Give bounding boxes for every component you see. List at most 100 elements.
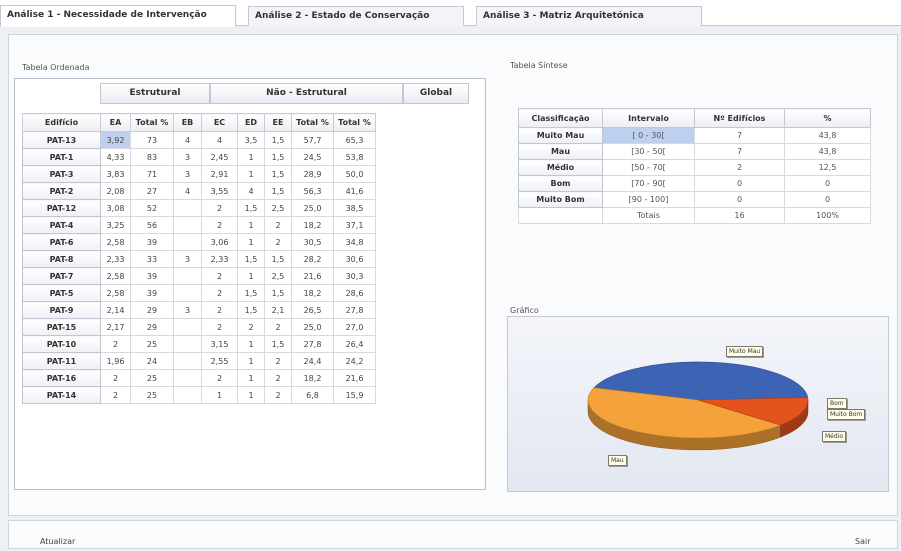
table-cell[interactable]: 43,8 xyxy=(784,127,871,144)
table-cell[interactable]: 1 xyxy=(237,335,265,353)
table-cell[interactable]: 1,5 xyxy=(264,250,292,268)
table-cell[interactable]: 52 xyxy=(130,199,174,217)
table-row[interactable]: PAT-11 1,96 24 2,55 1 2 24,4 24,2 xyxy=(22,352,376,370)
table-cell[interactable]: 1,5 xyxy=(264,335,292,353)
table-cell[interactable]: 2 xyxy=(201,369,238,387)
table-row[interactable]: Mau [30 - 50[7 43,8 xyxy=(518,143,871,160)
table-cell[interactable]: 2,58 xyxy=(100,233,131,251)
table-cell[interactable] xyxy=(173,199,202,217)
table-row[interactable]: PAT-3 3,83 71 3 2,91 1 1,5 28,9 50,0 xyxy=(22,165,376,183)
table-cell[interactable]: 2 xyxy=(201,216,238,234)
table-cell[interactable]: 2 xyxy=(201,199,238,217)
table-row[interactable]: PAT-5 2,58 39 2 1,5 1,5 18,2 28,6 xyxy=(22,284,376,302)
table-cell[interactable]: 0 xyxy=(784,191,871,208)
table-cell[interactable]: 3,06 xyxy=(201,233,238,251)
table-cell[interactable]: 3,55 xyxy=(201,182,238,200)
table-cell[interactable]: 1 xyxy=(237,165,265,183)
table-cell[interactable]: 34,8 xyxy=(333,233,376,251)
table-row[interactable]: Médio [50 - 70[2 12,5 xyxy=(518,159,871,176)
table-cell[interactable]: 2,45 xyxy=(201,148,238,166)
tab-analise-1[interactable]: Análise 1 - Necessidade de Intervenção xyxy=(0,5,236,27)
table-cell[interactable]: 18,2 xyxy=(291,369,334,387)
table-cell[interactable]: 3 xyxy=(173,250,202,268)
table-cell[interactable]: 2,5 xyxy=(264,199,292,217)
table-cell[interactable]: 28,9 xyxy=(291,165,334,183)
table-cell[interactable]: 1 xyxy=(237,216,265,234)
column-header[interactable]: ED xyxy=(237,113,265,132)
table-cell[interactable]: 2,58 xyxy=(100,284,131,302)
table-cell[interactable]: 2 xyxy=(100,335,131,353)
table-cell[interactable] xyxy=(173,284,202,302)
table-cell[interactable]: 3 xyxy=(173,148,202,166)
table-cell[interactable]: 4,33 xyxy=(100,148,131,166)
table-cell[interactable]: 1 xyxy=(237,352,265,370)
table-cell[interactable]: 1,5 xyxy=(264,148,292,166)
table-cell[interactable]: 27,8 xyxy=(333,301,376,319)
table-cell[interactable]: [70 - 90[ xyxy=(602,175,695,192)
table-cell[interactable]: 1,5 xyxy=(264,284,292,302)
column-header[interactable]: Nº Edifícios xyxy=(694,108,785,128)
table-cell[interactable]: 43,8 xyxy=(784,143,871,160)
table-cell[interactable]: 3 xyxy=(173,165,202,183)
table-cell[interactable]: 15,9 xyxy=(333,386,376,404)
table-cell[interactable]: 2,58 xyxy=(100,267,131,285)
table-cell[interactable]: 24,5 xyxy=(291,148,334,166)
table-cell[interactable]: 12,5 xyxy=(784,159,871,176)
table-cell[interactable]: 30,6 xyxy=(333,250,376,268)
table-cell[interactable]: [30 - 50[ xyxy=(602,143,695,160)
table-cell[interactable]: 28,6 xyxy=(333,284,376,302)
table-cell[interactable]: 1,5 xyxy=(237,199,265,217)
table-cell[interactable]: 57,7 xyxy=(291,131,334,149)
table-row[interactable]: PAT-16 2 25 2 1 2 18,2 21,6 xyxy=(22,369,376,387)
table-cell[interactable] xyxy=(173,233,202,251)
table-row[interactable]: PAT-7 2,58 39 2 1 2,5 21,6 30,3 xyxy=(22,267,376,285)
table-cell[interactable]: 2 xyxy=(100,369,131,387)
table-cell[interactable]: 2 xyxy=(694,159,785,176)
table-cell[interactable]: [90 - 100] xyxy=(602,191,695,208)
table-cell[interactable]: 1 xyxy=(237,233,265,251)
table-cell[interactable]: 25 xyxy=(130,369,174,387)
table-cell[interactable]: 3,83 xyxy=(100,165,131,183)
table-cell[interactable] xyxy=(173,216,202,234)
table-cell[interactable]: 2 xyxy=(264,216,292,234)
table-cell[interactable]: 1,5 xyxy=(264,131,292,149)
table-row[interactable]: Muito Bom [90 - 100] 0 0 xyxy=(518,191,871,208)
table-cell[interactable]: 53,8 xyxy=(333,148,376,166)
column-header[interactable]: Total % xyxy=(130,113,174,132)
table-cell[interactable]: 56 xyxy=(130,216,174,234)
column-header[interactable]: EB xyxy=(173,113,202,132)
table-cell[interactable]: 4 xyxy=(173,182,202,200)
table-cell[interactable]: 73 xyxy=(130,131,174,149)
table-cell[interactable]: 41,6 xyxy=(333,182,376,200)
table-cell[interactable]: 25 xyxy=(130,335,174,353)
table-cell[interactable]: 1,96 xyxy=(100,352,131,370)
table-row[interactable]: PAT-8 2,33 33 3 2,33 1,5 1,5 28,2 30,6 xyxy=(22,250,376,268)
table-cell[interactable]: [50 - 70[ xyxy=(602,159,695,176)
table-cell[interactable] xyxy=(173,352,202,370)
table-cell[interactable]: 3,08 xyxy=(100,199,131,217)
table-cell[interactable]: 1 xyxy=(237,267,265,285)
table-cell[interactable] xyxy=(173,369,202,387)
table-cell[interactable] xyxy=(173,318,202,336)
column-header[interactable]: Total % xyxy=(333,113,376,132)
column-header[interactable]: % xyxy=(784,108,871,128)
table-cell[interactable]: [ 0 - 30[ xyxy=(602,127,695,144)
table-cell[interactable]: 2,5 xyxy=(264,267,292,285)
table-cell[interactable]: 71 xyxy=(130,165,174,183)
column-header[interactable]: EA xyxy=(100,113,131,132)
table-row[interactable]: PAT-9 2,14 29 3 2 1,5 2,1 26,5 27,8 xyxy=(22,301,376,319)
table-cell[interactable]: 4 xyxy=(173,131,202,149)
table-cell[interactable]: 29 xyxy=(130,301,174,319)
table-cell[interactable]: 50,0 xyxy=(333,165,376,183)
table-cell[interactable]: 39 xyxy=(130,267,174,285)
table-cell[interactable]: 0 xyxy=(784,175,871,192)
table-row[interactable]: PAT-12 3,08 52 2 1,5 2,5 25,0 38,5 xyxy=(22,199,376,217)
table-cell[interactable]: 2 xyxy=(264,233,292,251)
table-row[interactable]: PAT-15 2,17 29 2 2 2 25,0 27,0 xyxy=(22,318,376,336)
table-cell[interactable]: 2,55 xyxy=(201,352,238,370)
table-cell[interactable]: 0 xyxy=(694,175,785,192)
column-header[interactable]: EE xyxy=(264,113,292,132)
table-cell[interactable]: 18,2 xyxy=(291,216,334,234)
column-header[interactable]: Total % xyxy=(291,113,334,132)
table-row[interactable]: Muito Mau[ 0 - 30[7 43,8 xyxy=(518,127,871,144)
